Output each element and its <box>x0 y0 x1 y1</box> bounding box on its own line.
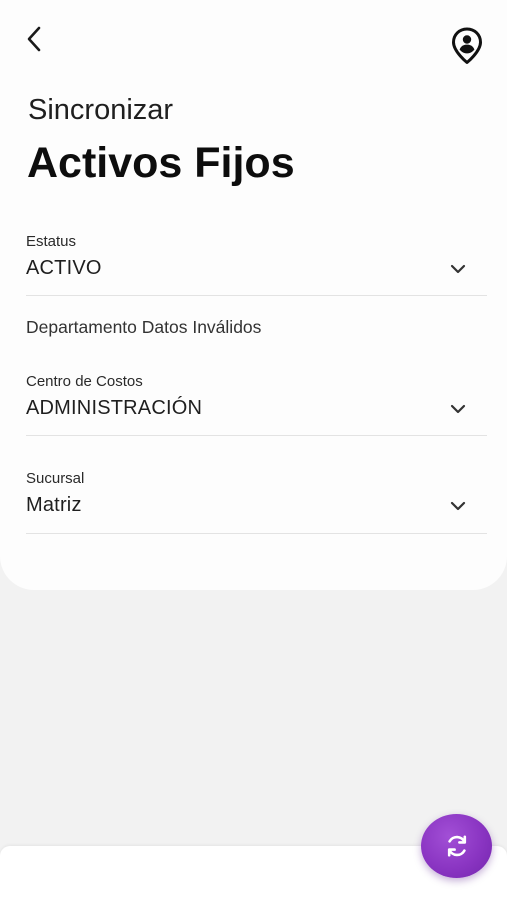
back-button[interactable] <box>18 22 50 56</box>
centro-costos-select[interactable]: Centro de Costos ADMINISTRACIÓN <box>26 373 487 436</box>
centro-costos-value: ADMINISTRACIÓN <box>26 397 203 419</box>
profile-button[interactable] <box>448 26 486 66</box>
chevron-left-icon <box>27 26 41 52</box>
page-title: Activos Fijos <box>27 139 295 187</box>
estatus-value: ACTIVO <box>26 257 102 279</box>
centro-costos-label: Centro de Costos <box>26 373 143 390</box>
chevron-down-icon <box>450 501 466 511</box>
sync-button[interactable] <box>421 814 492 878</box>
form-card: Sincronizar Activos Fijos Estatus ACTIVO… <box>0 0 507 590</box>
chevron-down-icon <box>450 404 466 414</box>
user-location-pin-icon <box>452 27 482 64</box>
estatus-select[interactable]: Estatus ACTIVO <box>26 233 487 296</box>
screen: Sincronizar Activos Fijos Estatus ACTIVO… <box>0 0 507 900</box>
sucursal-label: Sucursal <box>26 470 85 487</box>
sucursal-select[interactable]: Sucursal Matriz <box>26 470 487 534</box>
chevron-down-icon <box>450 264 466 274</box>
sucursal-value: Matriz <box>26 494 82 516</box>
estatus-label: Estatus <box>26 233 77 250</box>
departamento-status-text: Departamento Datos Inválidos <box>26 317 262 337</box>
page-subtitle: Sincronizar <box>28 94 174 126</box>
sync-icon <box>447 835 466 857</box>
